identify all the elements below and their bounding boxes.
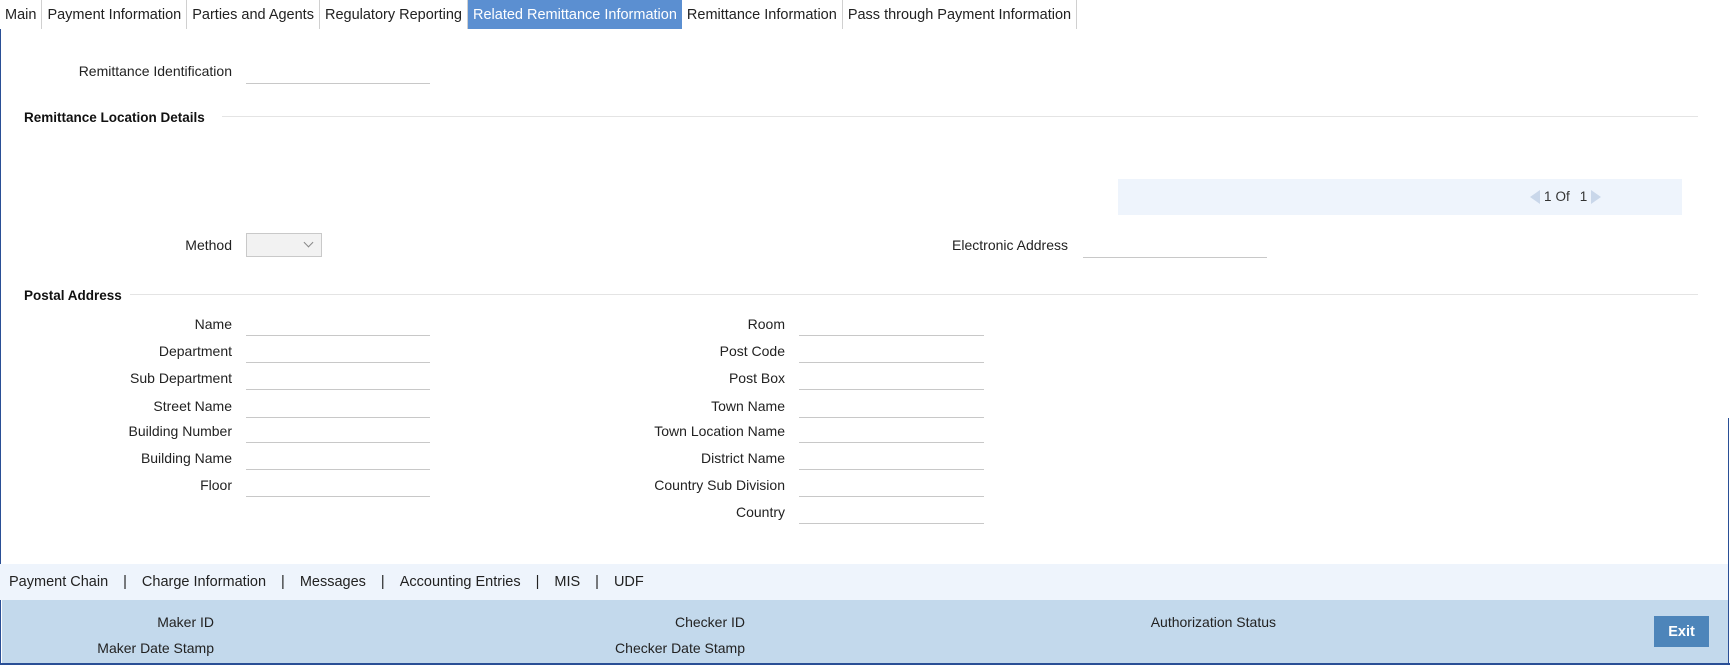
country-input[interactable] xyxy=(799,501,984,524)
link-separator: | xyxy=(535,574,540,590)
link-separator: | xyxy=(281,574,285,590)
chevron-down-icon xyxy=(303,237,314,248)
tab-parties-and-agents[interactable]: Parties and Agents xyxy=(187,0,320,29)
town-location-name-label: Town Location Name xyxy=(654,423,785,439)
town-location-name-input[interactable] xyxy=(799,420,984,443)
authorization-status-label: Authorization Status xyxy=(1150,614,1276,630)
floor-input[interactable] xyxy=(246,474,430,497)
pager: 1 Of 1 xyxy=(1530,189,1602,204)
tab-related-remittance-information[interactable]: Related Remittance Information xyxy=(468,0,682,29)
payment-chain-link[interactable]: Payment Chain xyxy=(9,574,108,590)
audit-status-bar xyxy=(2,600,1728,663)
building-name-input[interactable] xyxy=(246,447,430,470)
section-divider xyxy=(222,116,1698,117)
frame-border-right xyxy=(1728,418,1729,663)
link-separator: | xyxy=(123,574,127,590)
post-box-label: Post Box xyxy=(728,370,785,386)
tab-bar: Main Payment Information Parties and Age… xyxy=(0,0,1078,29)
remittance-location-details-title: Remittance Location Details xyxy=(24,110,205,125)
sub-department-label: Sub Department xyxy=(130,370,232,386)
floor-label: Floor xyxy=(200,477,232,493)
electronic-address-label: Electronic Address xyxy=(952,237,1068,253)
electronic-address-input[interactable] xyxy=(1083,235,1267,258)
district-name-input[interactable] xyxy=(799,447,984,470)
building-number-label: Building Number xyxy=(128,423,233,439)
remittance-identification-input[interactable] xyxy=(246,61,430,84)
country-sub-division-input[interactable] xyxy=(799,474,984,497)
street-name-label: Street Name xyxy=(153,398,232,414)
postal-address-title: Postal Address xyxy=(24,288,122,303)
exit-button[interactable]: Exit xyxy=(1654,616,1709,647)
tab-remittance-information[interactable]: Remittance Information xyxy=(682,0,843,29)
pager-total: 1 xyxy=(1579,189,1588,204)
maker-id-label: Maker ID xyxy=(157,614,214,630)
post-box-input[interactable] xyxy=(799,367,984,390)
method-select[interactable] xyxy=(246,233,322,257)
next-page-icon[interactable] xyxy=(1591,189,1602,204)
name-label: Name xyxy=(194,316,232,332)
building-name-label: Building Name xyxy=(140,450,232,466)
department-input[interactable] xyxy=(246,340,430,363)
post-code-label: Post Code xyxy=(719,343,785,359)
previous-page-icon[interactable] xyxy=(1530,189,1540,204)
link-separator: | xyxy=(380,574,385,590)
checker-date-stamp-label: Checker Date Stamp xyxy=(615,640,745,656)
tab-regulatory-reporting[interactable]: Regulatory Reporting xyxy=(320,0,468,29)
post-code-input[interactable] xyxy=(799,340,984,363)
town-name-input[interactable] xyxy=(799,395,984,418)
tab-pass-through-payment-information[interactable]: Pass through Payment Information xyxy=(843,0,1078,29)
room-input[interactable] xyxy=(799,313,984,336)
street-name-input[interactable] xyxy=(246,395,430,418)
room-label: Room xyxy=(747,316,785,332)
section-divider xyxy=(130,294,1698,295)
country-sub-division-label: Country Sub Division xyxy=(654,477,785,493)
link-separator: | xyxy=(595,574,599,590)
checker-id-label: Checker ID xyxy=(674,614,745,630)
building-number-input[interactable] xyxy=(246,420,430,443)
town-name-label: Town Name xyxy=(711,398,785,414)
method-label: Method xyxy=(185,237,232,253)
tab-main[interactable]: Main xyxy=(0,0,43,29)
country-label: Country xyxy=(735,504,785,520)
name-input[interactable] xyxy=(246,313,430,336)
department-label: Department xyxy=(158,343,232,359)
pager-of: Of xyxy=(1555,189,1570,204)
frame-border-bottom xyxy=(0,663,1730,665)
sub-department-input[interactable] xyxy=(246,367,430,390)
bottom-link-bar: Payment Chain | Charge Information | Mes… xyxy=(0,564,1728,600)
accounting-entries-link[interactable]: Accounting Entries xyxy=(400,574,521,590)
tab-payment-information[interactable]: Payment Information xyxy=(42,0,188,29)
charge-information-link[interactable]: Charge Information xyxy=(142,574,266,590)
mis-link[interactable]: MIS xyxy=(554,574,580,590)
messages-link[interactable]: Messages xyxy=(300,574,366,590)
district-name-label: District Name xyxy=(700,450,785,466)
maker-date-stamp-label: Maker Date Stamp xyxy=(97,640,214,656)
pager-current: 1 xyxy=(1544,189,1552,204)
udf-link[interactable]: UDF xyxy=(614,574,644,590)
remittance-identification-label: Remittance Identification xyxy=(78,63,232,79)
